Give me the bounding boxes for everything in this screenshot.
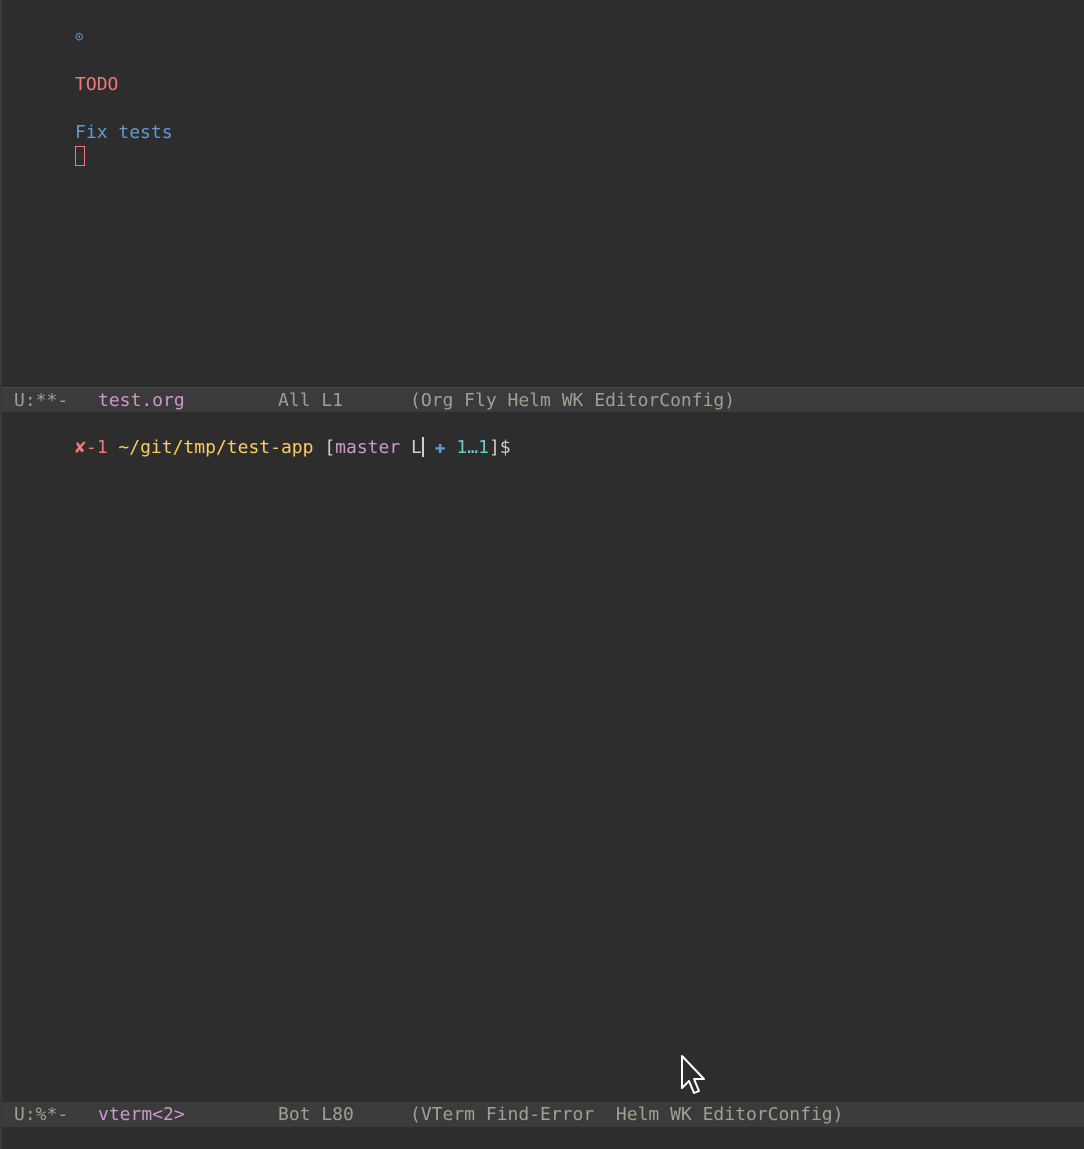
minibuffer[interactable]	[2, 1127, 1084, 1149]
buffer-name[interactable]: vterm<2>	[98, 1102, 185, 1127]
plus-icon: ✚	[434, 437, 446, 458]
org-buffer-window[interactable]: ⊙ TODO Fix tests	[2, 0, 1084, 387]
git-branch: master	[335, 437, 401, 458]
org-heading-text: Fix tests	[75, 122, 173, 143]
buffer-state: U:**-	[14, 390, 69, 411]
circled-dot-icon: ⊙	[75, 29, 84, 45]
text-cursor	[75, 146, 86, 166]
shell-prompt[interactable]: ✘-1 ~/git/tmp/test-app [master L ✚ 1…1]$	[10, 412, 511, 484]
error-x-icon: ✘	[75, 437, 86, 458]
git-open-bracket: [	[324, 437, 336, 458]
todo-keyword: TODO	[75, 74, 119, 95]
emacs-frame: ⊙ TODO Fix tests U:**- test.org All L1 (…	[0, 0, 1084, 1149]
buffer-position: All L1	[278, 390, 344, 411]
git-close-bracket: ]	[488, 437, 500, 458]
exit-code: -1	[85, 437, 108, 458]
git-ahead-behind: 1…1	[456, 437, 489, 458]
mouse-pointer-icon	[681, 1055, 705, 1094]
prompt-dollar: $	[499, 437, 511, 458]
cwd-path: ~/git/tmp/test-app	[118, 437, 314, 458]
vterm-window[interactable]: ✘-1 ~/git/tmp/test-app [master L ✚ 1…1]$	[2, 412, 1084, 1102]
top-mode-line[interactable]: U:**- test.org All L1 (Org Fly Helm WK E…	[2, 387, 1084, 413]
buffer-state: U:%*-	[14, 1104, 69, 1125]
mode-list[interactable]: (Org Fly Helm WK EditorConfig)	[410, 388, 735, 413]
org-heading-line[interactable]: ⊙ TODO Fix tests	[10, 0, 173, 193]
bottom-mode-line[interactable]: U:%*- vterm<2> Bot L80 (VTerm Find-Error…	[2, 1102, 1084, 1127]
git-status-letter: L	[411, 437, 422, 458]
buffer-name[interactable]: test.org	[98, 388, 185, 413]
mode-list[interactable]: (VTerm Find-Error Helm WK EditorConfig)	[410, 1102, 843, 1127]
buffer-position: Bot L80	[278, 1104, 354, 1125]
